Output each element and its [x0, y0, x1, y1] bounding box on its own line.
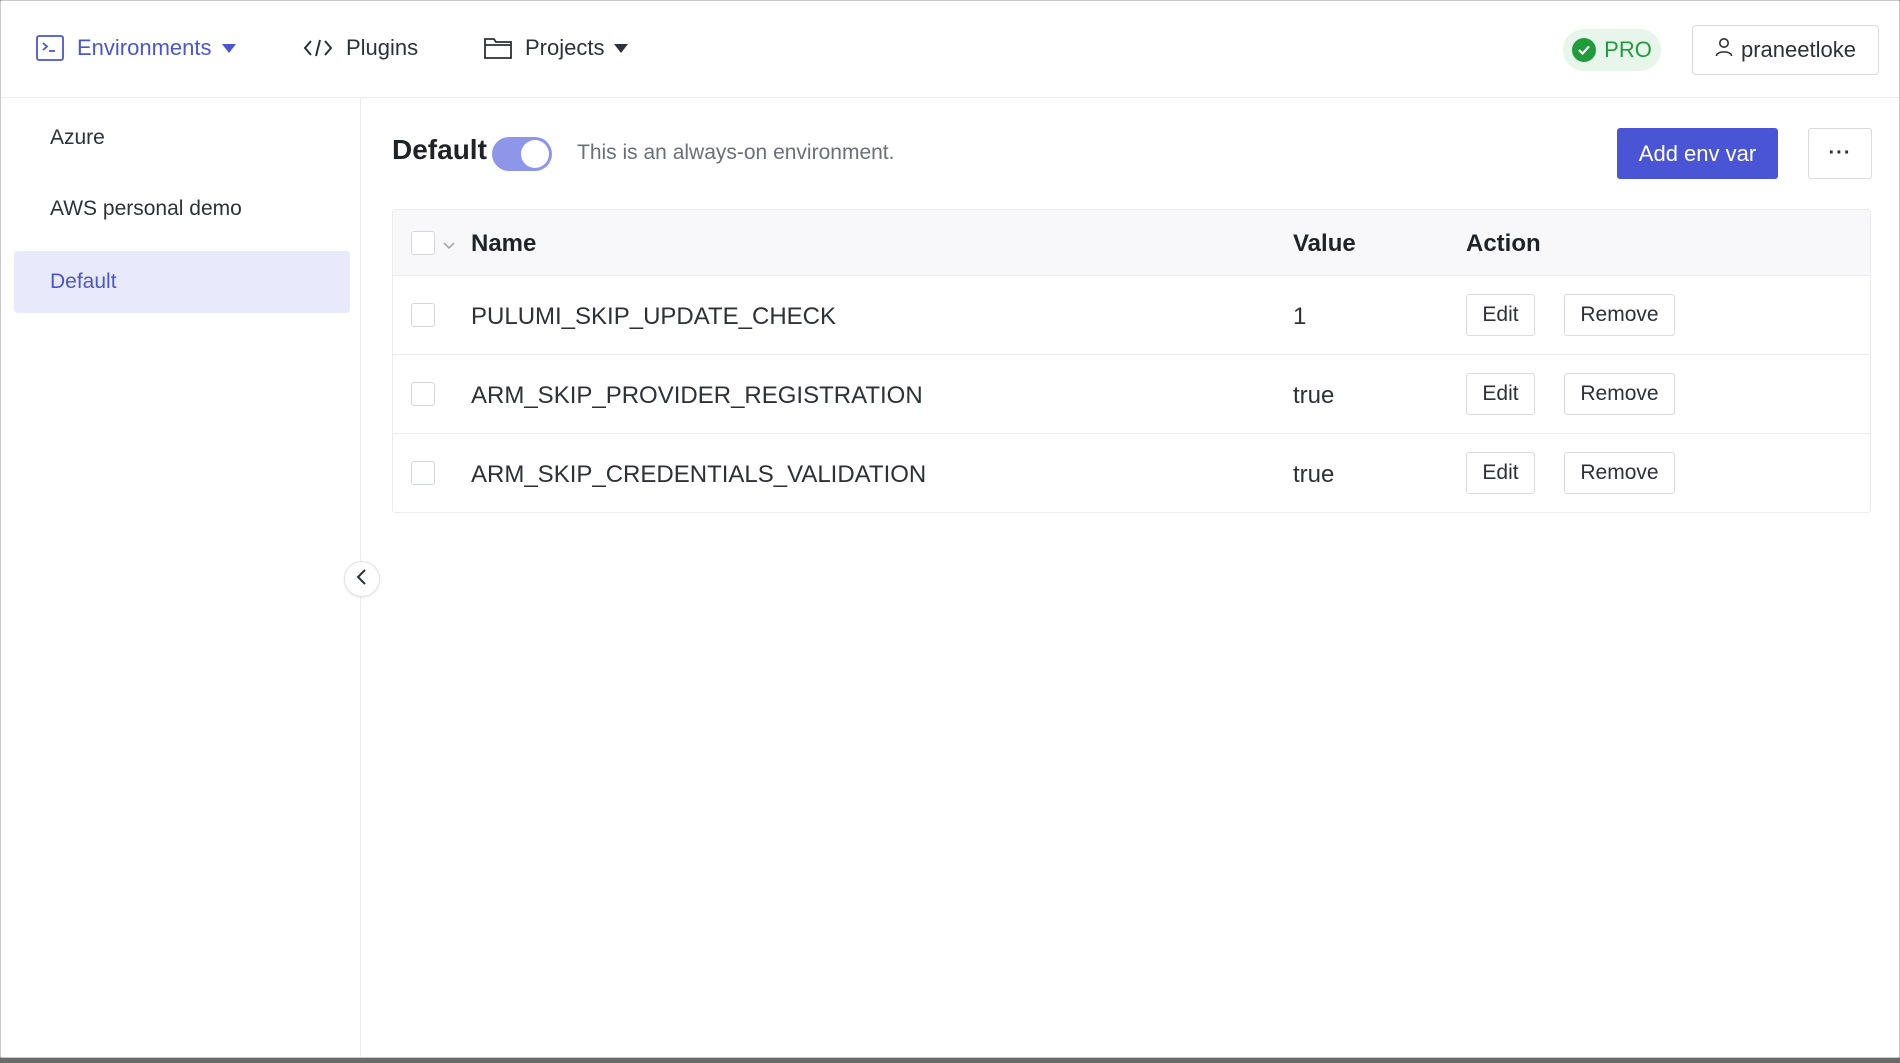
row-checkbox[interactable]	[411, 382, 435, 406]
table-row: PULUMI_SKIP_UPDATE_CHECK 1 Edit Remove	[393, 276, 1870, 355]
remove-button[interactable]: Remove	[1564, 373, 1675, 415]
env-var-name: ARM_SKIP_PROVIDER_REGISTRATION	[471, 382, 923, 409]
remove-button[interactable]: Remove	[1564, 452, 1675, 494]
edit-button[interactable]: Edit	[1466, 452, 1535, 494]
sidebar-item-label: Default	[50, 270, 117, 293]
nav-projects[interactable]: Projects	[483, 29, 629, 67]
sidebar-item-label: AWS personal demo	[50, 197, 242, 220]
table-header: Name Value Action	[393, 210, 1870, 276]
folder-icon	[483, 35, 513, 61]
terminal-icon	[35, 33, 65, 63]
column-header-value: Value	[1293, 230, 1356, 257]
add-env-var-button[interactable]: Add env var	[1617, 128, 1778, 179]
username: praneetloke	[1741, 37, 1856, 62]
row-checkbox[interactable]	[411, 303, 435, 327]
table-row: ARM_SKIP_CREDENTIALS_VALIDATION true Edi…	[393, 434, 1870, 512]
caret-down-icon	[221, 43, 236, 53]
column-header-name: Name	[471, 230, 537, 257]
nav-environments[interactable]: Environments	[35, 29, 236, 67]
sidebar-item-aws-personal-demo[interactable]: AWS personal demo	[14, 178, 350, 240]
collapse-sidebar-button[interactable]	[344, 561, 380, 597]
always-on-toggle[interactable]	[492, 137, 552, 171]
nav-plugins-label: Plugins	[346, 35, 419, 60]
sidebar-item-azure[interactable]: Azure	[14, 107, 350, 169]
caret-down-icon	[614, 43, 629, 53]
code-arrows-icon	[302, 36, 334, 60]
edit-button[interactable]: Edit	[1466, 373, 1535, 415]
select-all-checkbox[interactable]	[411, 231, 435, 255]
nav-environments-label: Environments	[77, 35, 212, 60]
top-nav-bar: Environments Plugins Projects PRO pranee…	[1, 1, 1899, 98]
env-var-value: true	[1293, 382, 1335, 409]
environments-sidebar: Azure AWS personal demo Default	[1, 98, 361, 1057]
row-checkbox[interactable]	[411, 461, 435, 485]
sidebar-item-label: Azure	[50, 126, 105, 149]
user-icon	[1715, 37, 1733, 63]
remove-button[interactable]: Remove	[1564, 294, 1675, 336]
toggle-knob	[521, 140, 549, 168]
environment-title: Default	[392, 134, 487, 165]
env-var-name: ARM_SKIP_CREDENTIALS_VALIDATION	[471, 461, 927, 488]
check-circle-icon	[1572, 38, 1597, 62]
more-options-button[interactable]: ···	[1808, 128, 1872, 179]
pro-badge: PRO	[1563, 29, 1661, 71]
env-vars-table: Name Value Action PULUMI_SKIP_UPDATE_CHE…	[392, 209, 1871, 513]
environment-description: This is an always-on environment.	[577, 141, 895, 164]
chevron-down-icon[interactable]	[443, 237, 455, 255]
env-var-value: true	[1293, 461, 1335, 488]
env-var-value: 1	[1293, 303, 1307, 330]
table-row: ARM_SKIP_PROVIDER_REGISTRATION true Edit…	[393, 355, 1870, 434]
chevron-left-icon	[355, 568, 369, 591]
ellipsis-icon: ···	[1828, 142, 1852, 164]
pro-label: PRO	[1604, 37, 1652, 62]
user-menu-button[interactable]: praneetloke	[1692, 25, 1879, 75]
nav-projects-label: Projects	[525, 35, 605, 60]
env-var-name: PULUMI_SKIP_UPDATE_CHECK	[471, 303, 836, 330]
app-window: Environments Plugins Projects PRO pranee…	[0, 0, 1900, 1058]
edit-button[interactable]: Edit	[1466, 294, 1535, 336]
sidebar-item-default[interactable]: Default	[14, 251, 350, 313]
column-header-action: Action	[1466, 230, 1541, 257]
nav-plugins[interactable]: Plugins	[302, 29, 418, 67]
